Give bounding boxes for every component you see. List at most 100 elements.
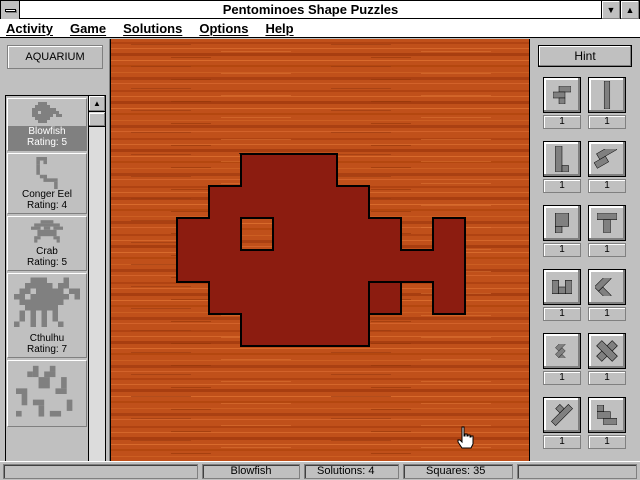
collection-selector[interactable]: AQUARIUM — [7, 45, 103, 69]
puzzle-item-cthulhu[interactable]: Cthulhu Rating: 7 — [7, 273, 87, 358]
puzzle-name: Conger Eel — [21, 189, 73, 200]
piece-n[interactable]: 1 — [588, 141, 628, 197]
menu-help[interactable]: Help — [265, 21, 293, 36]
piece-v[interactable]: 1 — [588, 269, 628, 325]
l-pentomino-icon — [555, 146, 569, 172]
piece-w-button[interactable] — [543, 333, 581, 369]
piece-u-button[interactable] — [543, 269, 581, 305]
piece-p-button[interactable] — [543, 205, 581, 241]
board-canvas — [111, 39, 529, 461]
system-menu-icon — [4, 8, 16, 12]
status-solutions: Solutions: 4 — [304, 464, 399, 479]
menu-options[interactable]: Options — [199, 21, 248, 36]
puzzle-board[interactable] — [110, 39, 530, 461]
menu-bar: Activity Game Solutions Options Help — [0, 19, 640, 38]
piece-f-count: 1 — [543, 115, 581, 129]
piece-i[interactable]: 1 — [588, 77, 628, 133]
piece-v-button[interactable] — [588, 269, 626, 305]
status-message — [3, 464, 198, 479]
u-pentomino-icon — [552, 280, 572, 294]
piece-t-button[interactable] — [588, 205, 626, 241]
piece-z[interactable]: 1 — [588, 397, 628, 453]
piece-x-button[interactable] — [588, 333, 626, 369]
system-menu-button[interactable] — [1, 1, 20, 19]
hint-button[interactable]: Hint — [538, 45, 632, 67]
piece-p-count: 1 — [543, 243, 581, 257]
puzzle-item-partial[interactable] — [7, 360, 87, 427]
piece-z-count: 1 — [588, 435, 626, 449]
piece-w[interactable]: 1 — [543, 333, 583, 389]
piece-y-count: 1 — [543, 435, 581, 449]
crab-thumbnail — [31, 220, 63, 243]
piece-i-count: 1 — [588, 115, 626, 129]
piece-i-button[interactable] — [588, 77, 626, 113]
pieces-panel: Hint 1 1 1 1 1 1 1 1 1 1 1 1 — [531, 39, 640, 461]
piece-u[interactable]: 1 — [543, 269, 583, 325]
piece-x-count: 1 — [588, 371, 626, 385]
z-pentomino-icon — [597, 405, 617, 425]
puzzle-rating: Rating: 7 — [26, 344, 68, 355]
piece-t-count: 1 — [588, 243, 626, 257]
minimize-button[interactable]: ▼ — [601, 1, 620, 19]
piece-y-button[interactable] — [543, 397, 581, 433]
maximize-icon: ▲ — [625, 5, 635, 15]
puzzle-name: Blowfish — [8, 126, 86, 137]
scroll-up-button[interactable]: ▲ — [89, 96, 105, 112]
cthulhu-thumbnail — [14, 277, 80, 327]
x-pentomino-icon — [596, 340, 618, 362]
puzzle-list-scrollbar[interactable]: ▲ ▼ — [88, 96, 105, 480]
w-pentomino-icon — [555, 344, 566, 358]
menu-solutions[interactable]: Solutions — [123, 21, 182, 36]
status-squares: Squares: 35 — [403, 464, 513, 479]
maximize-button[interactable]: ▲ — [620, 1, 639, 19]
puzzle-rating: Rating: 5 — [26, 257, 68, 268]
piece-v-count: 1 — [588, 307, 626, 321]
status-extra — [517, 464, 637, 479]
piece-t[interactable]: 1 — [588, 205, 628, 261]
scatter-thumbnail — [16, 365, 73, 417]
piece-l-button[interactable] — [543, 141, 581, 177]
piece-z-button[interactable] — [588, 397, 626, 433]
piece-l-count: 1 — [543, 179, 581, 193]
scroll-thumb[interactable] — [89, 113, 105, 127]
piece-l[interactable]: 1 — [543, 141, 583, 197]
puzzle-name: Cthulhu — [29, 333, 65, 344]
n-pentomino-icon — [594, 149, 617, 169]
hand-cursor-icon — [457, 426, 474, 449]
blowfish-thumbnail — [32, 102, 62, 123]
puzzle-item-conger-eel[interactable]: Conger Eel Rating: 4 — [7, 153, 87, 214]
i-pentomino-icon — [603, 81, 611, 109]
puzzle-item-crab[interactable]: Crab Rating: 5 — [7, 216, 87, 271]
app-window: Pentominoes Shape Puzzles ▼ ▲ Activity G… — [0, 0, 640, 480]
puzzle-rating — [8, 424, 86, 426]
piece-p[interactable]: 1 — [543, 205, 583, 261]
piece-f-button[interactable] — [543, 77, 581, 113]
menu-activity[interactable]: Activity — [6, 21, 53, 36]
piece-f[interactable]: 1 — [543, 77, 583, 133]
piece-w-count: 1 — [543, 371, 581, 385]
conger-eel-thumbnail — [36, 157, 58, 189]
puzzle-list: Blowfish Rating: 5 Conger Eel Rating: 4 — [6, 96, 88, 480]
piece-n-count: 1 — [588, 179, 626, 193]
piece-y[interactable]: 1 — [543, 397, 583, 453]
t-pentomino-icon — [597, 213, 617, 233]
status-puzzle-name: Blowfish — [202, 464, 300, 479]
v-pentomino-icon — [595, 278, 612, 296]
piece-n-button[interactable] — [588, 141, 626, 177]
puzzle-rating: Rating: 5 — [8, 137, 86, 150]
piece-u-count: 1 — [543, 307, 581, 321]
window-title: Pentominoes Shape Puzzles — [222, 2, 399, 17]
puzzle-rating: Rating: 4 — [26, 200, 68, 211]
arrow-up-icon: ▲ — [93, 99, 101, 108]
title-bar: Pentominoes Shape Puzzles ▼ ▲ — [0, 0, 640, 19]
menu-game[interactable]: Game — [70, 21, 106, 36]
f-pentomino-icon — [553, 86, 571, 104]
puzzle-list-box: Blowfish Rating: 5 Conger Eel Rating: 4 — [5, 95, 106, 480]
puzzle-panel: AQUARIUM Blowfish Rating: 5 Conger Eel R… — [0, 39, 110, 480]
piece-x[interactable]: 1 — [588, 333, 628, 389]
puzzle-item-blowfish[interactable]: Blowfish Rating: 5 — [7, 98, 87, 151]
status-bar: Blowfish Solutions: 4 Squares: 35 — [0, 461, 640, 480]
y-pentomino-icon — [551, 404, 573, 426]
p-pentomino-icon — [555, 213, 569, 233]
minimize-icon: ▼ — [606, 5, 616, 15]
